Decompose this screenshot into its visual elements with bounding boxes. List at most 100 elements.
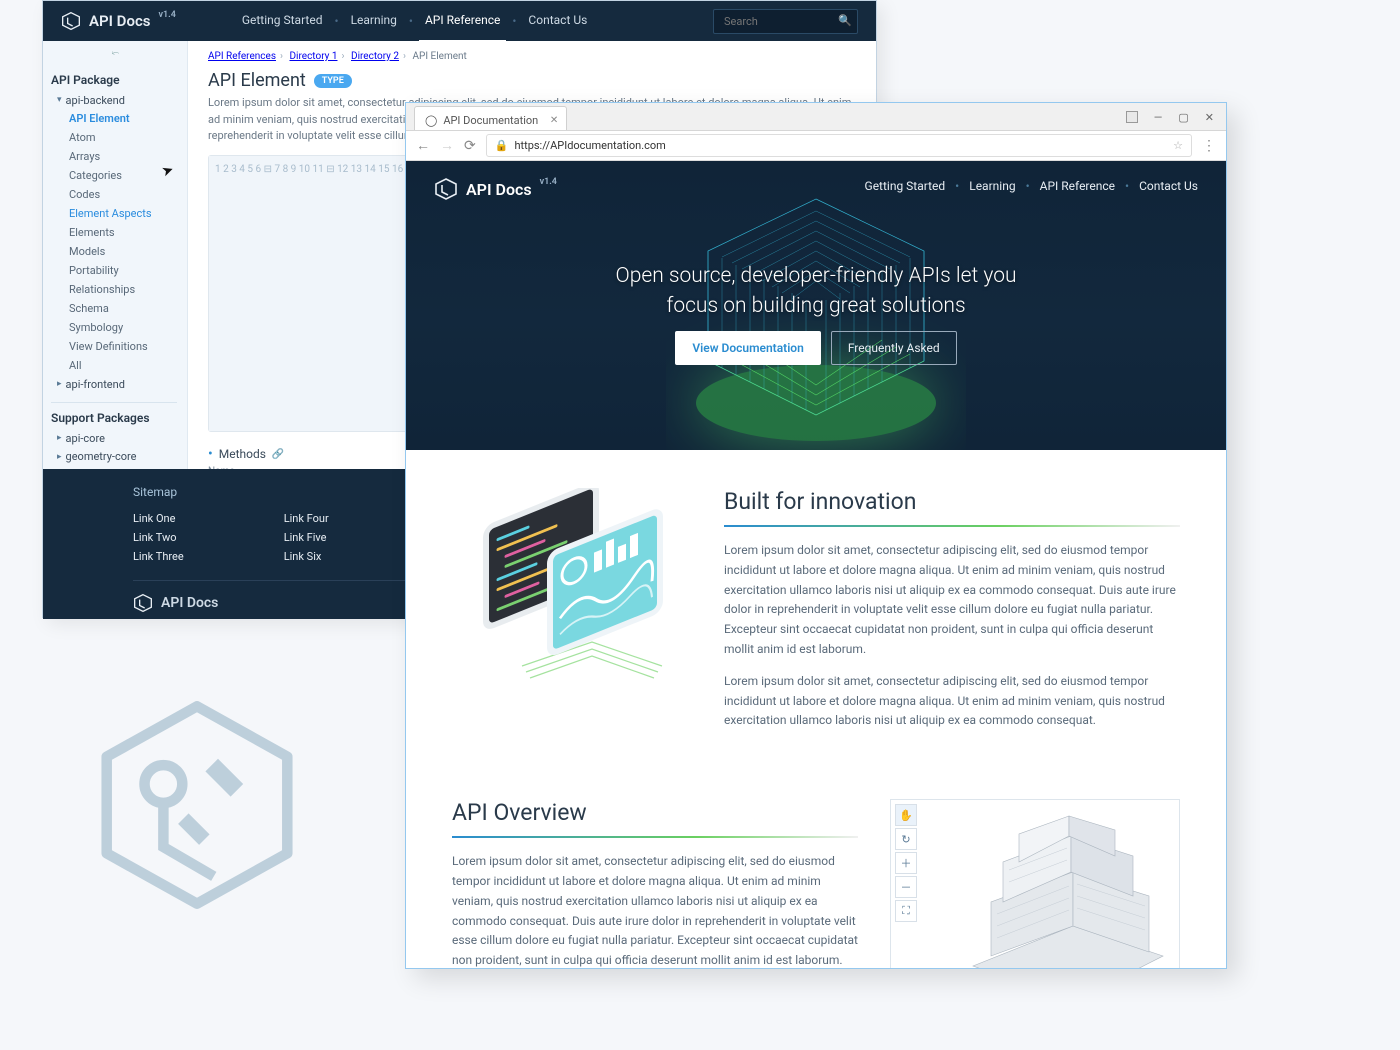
building-model-graphic bbox=[943, 806, 1173, 968]
sidebar-item[interactable]: Codes bbox=[51, 186, 187, 205]
zoom-in-icon[interactable]: ＋ bbox=[895, 852, 917, 874]
user-icon[interactable] bbox=[1126, 111, 1138, 123]
chevron-right-icon: ▸ bbox=[57, 432, 62, 445]
search-input[interactable] bbox=[713, 9, 858, 34]
rotate-tool-icon[interactable]: ↻ bbox=[895, 828, 917, 850]
section-paragraph: Lorem ipsum dolor sit amet, consectetur … bbox=[724, 672, 1180, 731]
crumb[interactable]: Directory 2 bbox=[351, 51, 399, 62]
lock-icon: 🔒 bbox=[495, 139, 509, 152]
tab-title: API Documentation bbox=[443, 114, 538, 127]
chevron-right-icon: ▸ bbox=[57, 451, 62, 464]
brand-hex-icon bbox=[61, 11, 81, 31]
footer-link[interactable]: Link Six bbox=[284, 547, 329, 566]
sidebar-item[interactable]: All bbox=[51, 356, 187, 375]
nav-api-reference[interactable]: API Reference bbox=[1040, 179, 1115, 193]
menu-icon[interactable]: ⋮ bbox=[1202, 138, 1216, 154]
view-documentation-button[interactable]: View Documentation bbox=[675, 331, 820, 365]
brand-version: v1.4 bbox=[158, 10, 175, 20]
forward-icon[interactable]: → bbox=[440, 137, 454, 154]
viewer-toolbar: ✋ ↻ ＋ － ⛶ bbox=[895, 804, 917, 922]
type-badge: TYPE bbox=[314, 74, 352, 88]
sidebar-item[interactable]: Elements bbox=[51, 224, 187, 243]
sidebar-item[interactable]: Models bbox=[51, 243, 187, 262]
section-api-overview: API Overview Lorem ipsum dolor sit amet,… bbox=[406, 781, 1226, 968]
sidebar-item-element-aspects[interactable]: Element Aspects bbox=[51, 205, 187, 224]
address-bar[interactable]: 🔒 https://APIdocumentation.com ☆ bbox=[486, 134, 1192, 157]
brand-name: API Docs bbox=[89, 12, 150, 30]
tab-favicon-icon: ◯ bbox=[425, 114, 437, 127]
sidebar-root-api-frontend[interactable]: ▸api-frontend bbox=[51, 375, 187, 394]
nav-getting-started[interactable]: Getting Started bbox=[865, 179, 946, 193]
search: 🔍 bbox=[713, 9, 858, 34]
3d-viewer[interactable]: ✋ ↻ ＋ － ⛶ bbox=[890, 799, 1180, 968]
crumb[interactable]: API References bbox=[208, 51, 276, 62]
footer-link[interactable]: Link Three bbox=[133, 547, 184, 566]
footer-link[interactable]: Link One bbox=[133, 509, 184, 528]
sidebar-collapse-icon[interactable]: ⃔ bbox=[51, 51, 187, 65]
crumb[interactable]: Directory 1 bbox=[289, 51, 337, 62]
sidebar-item[interactable]: Portability bbox=[51, 261, 187, 280]
browser-tabstrip: ◯ API Documentation ✕ — ▢ ✕ bbox=[406, 103, 1226, 131]
bookmark-star-icon[interactable]: ☆ bbox=[1173, 139, 1183, 152]
window1-header: API Docs v1.4 Getting Started• Learning•… bbox=[43, 1, 876, 41]
breadcrumb: API References› Directory 1› Directory 2… bbox=[208, 51, 856, 62]
sidebar-heading-support: Support Packages bbox=[51, 411, 187, 425]
sidebar-heading-api-package: API Package bbox=[51, 73, 187, 87]
footer-link[interactable]: Link Four bbox=[284, 509, 329, 528]
sidebar-item[interactable]: Atom bbox=[51, 129, 187, 148]
nav-getting-started[interactable]: Getting Started bbox=[236, 0, 329, 42]
primary-nav: Getting Started• Learning• API Reference… bbox=[236, 0, 593, 42]
minimize-icon[interactable]: — bbox=[1154, 111, 1163, 124]
sidebar-item[interactable]: View Definitions bbox=[51, 337, 187, 356]
hero: API Docs v1.4 Getting Started• Learning•… bbox=[406, 161, 1226, 450]
chevron-down-icon: ▾ bbox=[57, 94, 62, 107]
fullscreen-icon[interactable]: ⛶ bbox=[895, 900, 917, 922]
site-content: API Docs v1.4 Getting Started• Learning•… bbox=[406, 161, 1226, 968]
zoom-out-icon[interactable]: － bbox=[895, 876, 917, 898]
anchor-link-icon[interactable]: 🔗 bbox=[272, 449, 284, 460]
close-icon[interactable]: ✕ bbox=[1205, 111, 1214, 124]
section-title: API Overview bbox=[452, 799, 858, 826]
browser-window: ◯ API Documentation ✕ — ▢ ✕ ← → ⟳ 🔒 http… bbox=[405, 102, 1227, 969]
sidebar: ⃔ API Package ▾api-backend API Element A… bbox=[43, 41, 188, 469]
nav-contact[interactable]: Contact Us bbox=[522, 0, 593, 42]
search-icon[interactable]: 🔍 bbox=[838, 14, 852, 27]
faq-button[interactable]: Frequently Asked bbox=[831, 331, 957, 365]
brand-hex-icon bbox=[133, 593, 153, 613]
accent-rule bbox=[452, 836, 858, 838]
sidebar-item-api-element[interactable]: API Element bbox=[51, 110, 187, 129]
browser-tab[interactable]: ◯ API Documentation ✕ bbox=[414, 106, 567, 130]
brand-hex-watermark bbox=[92, 700, 302, 910]
brand[interactable]: API Docs v1.4 bbox=[61, 11, 176, 31]
footer-link[interactable]: Link Five bbox=[284, 528, 329, 547]
tab-close-icon[interactable]: ✕ bbox=[550, 115, 558, 126]
sidebar-item[interactable]: Symbology bbox=[51, 318, 187, 337]
code-gutter: 1 2 3 4 5 6 ⊟ 7 8 9 10 11 ⊟ 12 13 14 15 … bbox=[209, 156, 424, 432]
browser-toolbar: ← → ⟳ 🔒 https://APIdocumentation.com ☆ ⋮ bbox=[406, 131, 1226, 161]
section-paragraph: Lorem ipsum dolor sit amet, consectetur … bbox=[452, 852, 858, 968]
url-text: https://APIdocumentation.com bbox=[514, 139, 665, 152]
hero-brand[interactable]: API Docs v1.4 bbox=[434, 177, 557, 201]
section-paragraph: Lorem ipsum dolor sit amet, consectetur … bbox=[724, 541, 1180, 660]
chevron-right-icon: ▸ bbox=[57, 378, 62, 391]
hero-nav: Getting Started• Learning• API Reference… bbox=[865, 179, 1198, 193]
pan-tool-icon[interactable]: ✋ bbox=[895, 804, 917, 826]
nav-learning[interactable]: Learning bbox=[969, 179, 1015, 193]
sidebar-item[interactable]: Schema bbox=[51, 299, 187, 318]
page-title: API Element TYPE bbox=[208, 70, 856, 91]
window-controls: — ▢ ✕ bbox=[1114, 111, 1226, 130]
sidebar-item[interactable]: Relationships bbox=[51, 280, 187, 299]
maximize-icon[interactable]: ▢ bbox=[1178, 111, 1188, 124]
sidebar-root-api-backend[interactable]: ▾api-backend bbox=[51, 91, 187, 110]
footer-link[interactable]: Link Two bbox=[133, 528, 184, 547]
sidebar-item-geometry-core[interactable]: ▸geometry-core bbox=[51, 448, 187, 467]
accent-rule bbox=[724, 525, 1180, 527]
back-icon[interactable]: ← bbox=[416, 137, 430, 154]
sidebar-item-api-core[interactable]: ▸api-core bbox=[51, 429, 187, 448]
nav-learning[interactable]: Learning bbox=[345, 0, 403, 42]
nav-api-reference[interactable]: API Reference bbox=[419, 0, 506, 42]
reload-icon[interactable]: ⟳ bbox=[464, 138, 476, 154]
crumb-current: API Element bbox=[413, 51, 467, 62]
nav-contact[interactable]: Contact Us bbox=[1139, 179, 1198, 193]
section-title: Built for innovation bbox=[724, 488, 1180, 515]
